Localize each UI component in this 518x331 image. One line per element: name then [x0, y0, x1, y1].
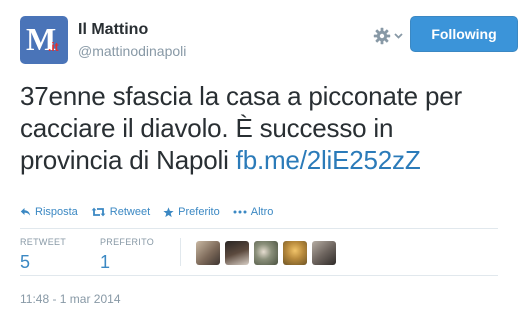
- user-avatar[interactable]: [254, 241, 278, 265]
- star-icon: [163, 206, 174, 217]
- retweet-icon: [91, 207, 106, 217]
- retweet-label: Retweet: [109, 206, 151, 218]
- tweet-timestamp[interactable]: 11:48 - 1 mar 2014: [20, 292, 121, 306]
- favorite-label: Preferito: [178, 206, 220, 218]
- retweet-stat[interactable]: RETWEET 5: [20, 237, 66, 273]
- stats-divider: [180, 238, 181, 266]
- more-label: Altro: [250, 206, 274, 218]
- author-handle[interactable]: @mattinodinapoli: [78, 43, 186, 59]
- favorite-stat-label: PREFERITO: [100, 237, 155, 247]
- more-action[interactable]: Altro: [233, 206, 274, 218]
- chevron-down-icon: [394, 33, 403, 39]
- retweet-stat-label: RETWEET: [20, 237, 67, 247]
- following-button[interactable]: Following: [410, 16, 518, 52]
- reply-label: Risposta: [35, 206, 78, 218]
- favorite-action[interactable]: Preferito: [163, 206, 220, 218]
- tweet-stats: RETWEET 5 PREFERITO 1: [20, 228, 498, 276]
- tweet-text: 37enne sfascia la casa a picconate per c…: [20, 80, 498, 176]
- gear-icon: [373, 27, 403, 45]
- more-icon: [233, 210, 247, 214]
- reply-icon: [20, 208, 31, 216]
- avatar[interactable]: M .it: [20, 16, 68, 64]
- tweet-actions: Risposta Retweet Preferito Altro: [20, 204, 286, 220]
- retweet-action[interactable]: Retweet: [91, 206, 150, 218]
- author-name[interactable]: Il Mattino: [78, 21, 148, 39]
- tweet-link[interactable]: fb.me/2liE252zZ: [236, 145, 421, 175]
- retweet-count: 5: [20, 252, 31, 272]
- avatar-suffix: .it: [48, 40, 59, 54]
- reply-action[interactable]: Risposta: [20, 206, 78, 218]
- user-avatar[interactable]: [283, 241, 307, 265]
- user-avatar[interactable]: [312, 241, 336, 265]
- user-avatars: [196, 241, 341, 265]
- favorite-count: 1: [100, 252, 111, 272]
- user-actions-menu[interactable]: [372, 26, 408, 46]
- favorite-stat[interactable]: PREFERITO 1: [100, 237, 154, 273]
- user-avatar[interactable]: [225, 241, 249, 265]
- tweet-header: M .it Il Mattino @mattinodinapoli Follow…: [20, 16, 518, 66]
- user-avatar[interactable]: [196, 241, 220, 265]
